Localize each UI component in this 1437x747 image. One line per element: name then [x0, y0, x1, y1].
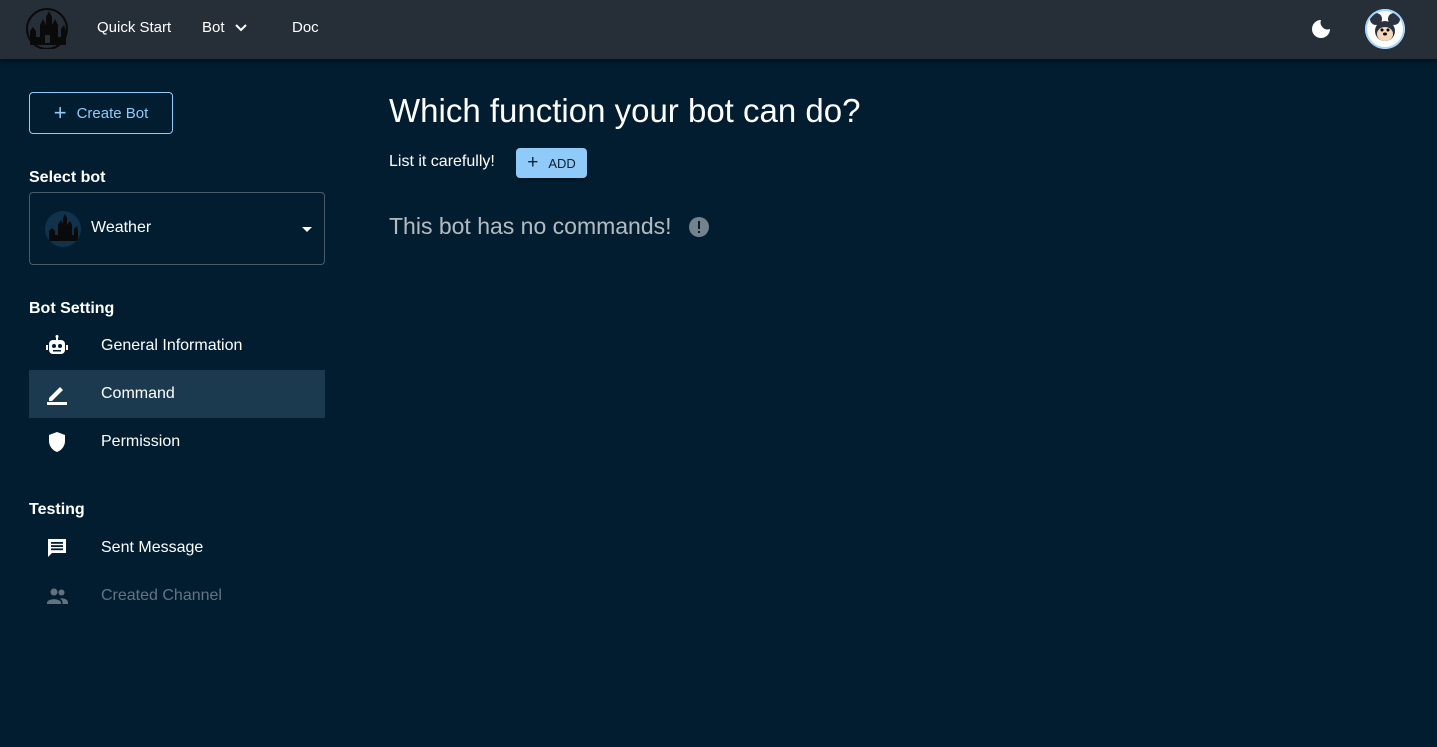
empty-commands-message: This bot has no commands!: [389, 213, 672, 239]
nav-bot-menu[interactable]: Bot: [202, 18, 247, 38]
bot-select[interactable]: Weather: [29, 192, 325, 265]
sidebar-item-label: Created Channel: [101, 587, 222, 604]
nav-doc[interactable]: Doc: [292, 18, 319, 38]
nav-doc-label: Doc: [292, 19, 319, 36]
create-bot-button[interactable]: + Create Bot: [29, 92, 173, 134]
sidebar-item-label: Command: [101, 385, 175, 402]
bot-avatar: [45, 211, 81, 247]
selected-bot-name: Weather: [91, 219, 152, 236]
people-icon: [45, 584, 69, 608]
robot-icon: [45, 334, 69, 358]
nav-quick-start-label: Quick Start: [97, 19, 172, 36]
nav-bot-label: Bot: [202, 19, 225, 36]
message-icon: [45, 536, 69, 560]
sidebar-item-sent-message[interactable]: Sent Message: [29, 524, 325, 572]
exclamation-info-icon: [688, 216, 710, 238]
nav-quick-start[interactable]: Quick Start: [97, 18, 171, 38]
castle-logo-icon[interactable]: [24, 7, 70, 50]
testing-heading: Testing: [29, 501, 85, 518]
plus-icon: +: [53, 100, 67, 125]
page-title: Which function your bot can do?: [389, 92, 861, 129]
sidebar-item-command[interactable]: Command: [29, 370, 325, 418]
sidebar-item-permission[interactable]: Permission: [29, 418, 325, 466]
sidebar-item-general-information[interactable]: General Information: [29, 322, 325, 370]
chevron-down-icon: [234, 24, 247, 32]
sidebar-item-label: General Information: [101, 337, 243, 354]
page-subtitle: List it carefully!: [389, 153, 495, 170]
pencil-icon: [45, 382, 69, 406]
shield-icon: [45, 430, 69, 454]
bot-setting-heading: Bot Setting: [29, 300, 115, 317]
select-bot-heading: Select bot: [29, 169, 106, 186]
create-bot-label: Create Bot: [76, 104, 149, 122]
sidebar-item-label: Permission: [101, 433, 181, 450]
user-avatar[interactable]: [1365, 9, 1405, 49]
dark-mode-toggle-moon-icon[interactable]: [1309, 17, 1333, 41]
add-command-button[interactable]: + ADD: [516, 148, 587, 178]
top-app-bar: Quick Start Bot Doc: [0, 0, 1437, 59]
dropdown-arrow-icon: [302, 227, 312, 232]
add-command-label: ADD: [548, 155, 576, 171]
sidebar-item-label: Sent Message: [101, 539, 204, 556]
sidebar-item-created-channel[interactable]: Created Channel: [29, 572, 325, 620]
plus-icon: +: [527, 152, 539, 173]
